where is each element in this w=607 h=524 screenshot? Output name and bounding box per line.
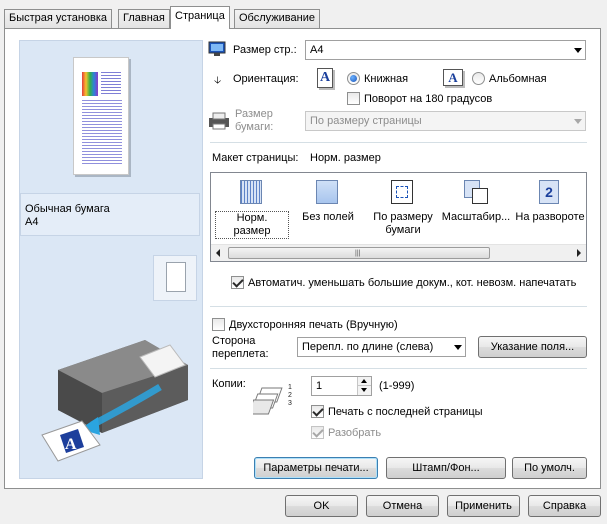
layout-scrollbar[interactable]: |||: [211, 244, 586, 261]
help-button[interactable]: Справка: [528, 495, 601, 517]
portrait-icon: A: [317, 68, 333, 88]
paper-size-label-2: бумаги:: [235, 121, 274, 133]
media-info-box: Обычная бумага A4: [20, 193, 200, 236]
copies-label: Копии:: [212, 378, 246, 390]
defaults-button[interactable]: По умолч.: [512, 457, 587, 479]
page-size-icon: [208, 41, 226, 57]
orientation-label: Ориентация:: [233, 73, 299, 85]
printer-icon: [208, 112, 230, 130]
ok-button[interactable]: OK: [285, 495, 358, 517]
stamp-background-button[interactable]: Штамп/Фон...: [386, 457, 506, 479]
tab-panel: Обычная бумага A4 A Размер стр.: A4 🡣 Ор…: [4, 28, 601, 489]
scroll-grip: |||: [355, 250, 361, 257]
media-type-text: Обычная бумага: [25, 203, 110, 215]
page-order-icon: 1 2 3: [288, 384, 296, 408]
paper-size-select[interactable]: По размеру страницы: [305, 111, 586, 131]
page-layout-current: Норм. размер: [310, 152, 381, 164]
spin-up-icon[interactable]: [357, 377, 371, 386]
layout-item-booklet[interactable]: 2 На развороте: [513, 179, 586, 224]
chevron-down-icon: [574, 119, 582, 124]
binding-label-2: переплета:: [212, 348, 269, 360]
page-preview: [73, 57, 129, 175]
layout-item-label: Масштабир...: [441, 211, 511, 223]
paper-size-label-1: Размер: [235, 108, 273, 120]
print-from-last-label: Печать с последней страницы: [328, 406, 483, 418]
fit-to-page-icon: [390, 179, 416, 205]
portrait-icon-letter: A: [319, 70, 331, 85]
page-size-value: A4: [310, 44, 324, 56]
tab-maintenance[interactable]: Обслуживание: [234, 9, 320, 28]
chevron-down-icon: [454, 345, 462, 350]
layout-item-label: По размеру бумаги: [373, 211, 433, 236]
media-size-text: A4: [25, 216, 39, 228]
spin-down-icon[interactable]: [357, 386, 371, 395]
layout-item-fit-to-page[interactable]: По размеру бумаги: [366, 179, 440, 237]
page-layout-label: Макет страницы:: [212, 152, 299, 164]
separator: [210, 142, 587, 143]
scroll-right-icon[interactable]: [577, 249, 581, 257]
tab-quick-setup[interactable]: Быстрая установка: [4, 9, 113, 28]
rotate-180-label: Поворот на 180 градусов: [364, 93, 493, 105]
borderless-icon: [315, 179, 341, 205]
page-order-numbers: 1 2 3: [288, 384, 292, 407]
auto-reduce-label: Автоматич. уменьшать большие докум., кот…: [248, 277, 577, 289]
cancel-button[interactable]: Отмена: [366, 495, 439, 517]
rotate-180-checkbox[interactable]: [347, 92, 360, 105]
print-from-last-checkbox[interactable]: [311, 405, 324, 418]
copies-value: 1: [316, 380, 323, 392]
layout-item-label: Без полей: [302, 211, 354, 223]
booklet-number: 2: [539, 180, 559, 204]
separator: [210, 306, 587, 307]
layout-item-scaled[interactable]: Масштабир...: [439, 179, 513, 224]
landscape-label: Альбомная: [489, 73, 547, 85]
page-size-select[interactable]: A4: [305, 40, 586, 60]
paper-size-value: По размеру страницы: [310, 115, 422, 127]
layout-item-borderless[interactable]: Без полей: [291, 179, 365, 224]
landscape-icon-letter: A: [448, 70, 458, 85]
layout-item-label: На развороте: [515, 211, 585, 223]
booklet-icon: 2: [537, 179, 563, 205]
tab-page-setup[interactable]: Страница: [170, 6, 230, 29]
binding-side-value: Перепл. по длине (слева): [302, 341, 434, 353]
layout-item-normal[interactable]: Норм. размер: [215, 179, 289, 239]
copies-stack-icon: [253, 387, 283, 415]
binding-label-1: Сторона: [212, 335, 256, 347]
scroll-thumb[interactable]: |||: [228, 247, 490, 259]
tab-main[interactable]: Главная: [118, 9, 170, 28]
apply-button[interactable]: Применить: [447, 495, 520, 517]
duplex-label: Двухсторонняя печать (Вручную): [229, 319, 398, 331]
scaled-icon: [463, 179, 489, 205]
paper-icon: [153, 255, 197, 301]
duplex-checkbox[interactable]: [212, 318, 225, 331]
margin-button[interactable]: Указание поля...: [478, 336, 587, 358]
landscape-radio[interactable]: [472, 72, 485, 85]
landscape-icon: A: [443, 69, 463, 86]
copies-range: (1-999): [379, 380, 415, 392]
arrow-down-icon: 🡣: [214, 75, 222, 86]
collate-checkbox[interactable]: [311, 426, 324, 439]
binding-side-select[interactable]: Перепл. по длине (слева): [297, 337, 466, 357]
auto-reduce-checkbox[interactable]: [231, 276, 244, 289]
page-size-label: Размер стр.:: [233, 44, 297, 56]
separator: [210, 368, 587, 369]
normal-size-icon: [239, 179, 265, 205]
portrait-radio[interactable]: [347, 72, 360, 85]
layout-item-label: Норм. размер: [215, 211, 289, 239]
page-layout-list[interactable]: Норм. размер Без полей По размеру бумаги М…: [210, 172, 587, 262]
preview-pane: Обычная бумага A4 A: [19, 40, 203, 479]
collate-label: Разобрать: [328, 427, 382, 439]
scroll-left-icon[interactable]: [216, 249, 220, 257]
print-options-button[interactable]: Параметры печати...: [254, 457, 378, 479]
portrait-label: Книжная: [364, 73, 409, 85]
printer-illustration: A: [41, 340, 188, 462]
copies-stepper[interactable]: 1: [311, 376, 372, 396]
chevron-down-icon: [574, 48, 582, 53]
illustration-letter: A: [65, 436, 77, 453]
